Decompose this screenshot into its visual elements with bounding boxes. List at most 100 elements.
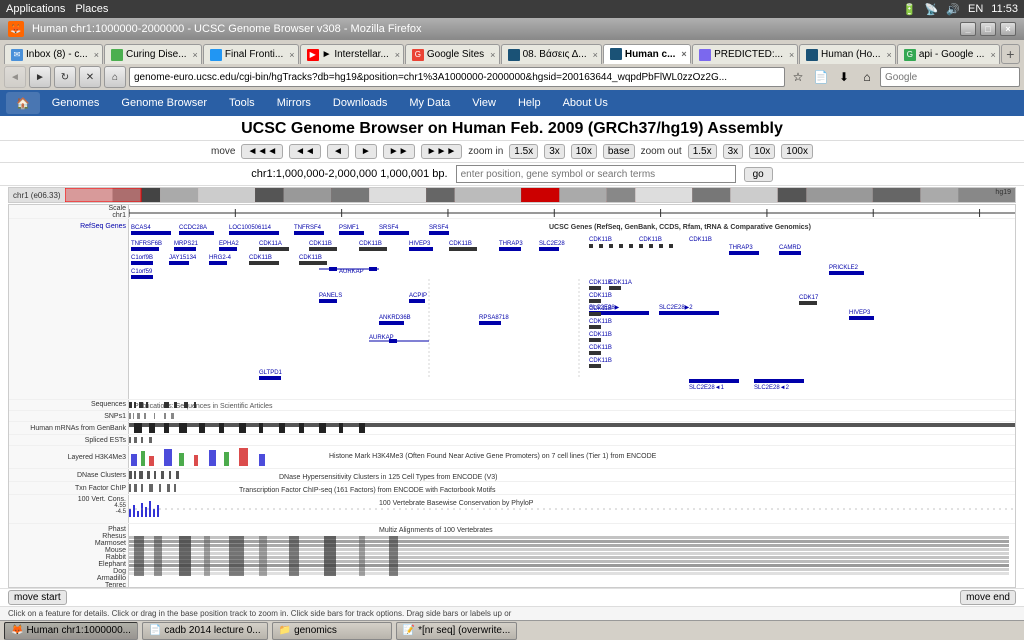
tab-close-interstellar[interactable]: × <box>392 50 400 60</box>
url-input[interactable] <box>129 67 785 87</box>
tab-interstellar[interactable]: ▶ ► Interstellar... × <box>300 44 404 64</box>
spliced-ests-track[interactable]: Spliced ESTs <box>9 435 1015 446</box>
tab-inbox[interactable]: ✉ Inbox (8) - c... × <box>4 44 103 64</box>
new-tab-button[interactable]: + <box>1001 44 1020 64</box>
menu-genomes[interactable]: Genomes <box>42 92 110 114</box>
chromosome-ruler[interactable]: hg19 <box>65 188 1015 202</box>
zoom-in-1.5x[interactable]: 1.5x <box>509 144 538 159</box>
search-input[interactable] <box>880 67 1020 87</box>
layered-h3k4me3-content[interactable]: Histone Mark H3K4Me3 (Often Found Near A… <box>129 446 1015 468</box>
tab-google-sites[interactable]: G Google Sites × <box>405 44 500 64</box>
tab-human-active[interactable]: Human c... × <box>603 44 691 64</box>
multiz-track[interactable]: Phast Rhesus Marmoset Mouse Rabbit Eleph… <box>9 524 1015 588</box>
sequences-label[interactable]: Sequences <box>9 400 129 410</box>
dnase-clusters-track[interactable]: DNase Clusters DNase Hypersensitivity Cl… <box>9 469 1015 482</box>
home-button[interactable]: ⌂ <box>104 66 126 88</box>
refseq-genes-content[interactable]: BCAS4 CCDC28A LOC100506114 TNFRSF4 PSMF1… <box>129 219 1015 399</box>
tab-close-human[interactable]: × <box>678 49 686 59</box>
zoom-in-base[interactable]: base <box>603 144 635 159</box>
window-controls[interactable]: _ □ × <box>960 22 1016 36</box>
move-left1-button[interactable]: ◄ <box>327 144 349 159</box>
position-input[interactable] <box>456 165 736 183</box>
menu-my-data[interactable]: My Data <box>399 92 460 114</box>
refseq-genes-label[interactable]: RefSeq Genes <box>9 219 129 399</box>
taskbar-nrseq[interactable]: 📝 *[nr seq] (overwrite... <box>396 622 518 640</box>
tab-close-human-ho[interactable]: × <box>884 50 892 60</box>
menu-genome-browser[interactable]: Genome Browser <box>111 92 217 114</box>
minimize-button[interactable]: _ <box>960 22 976 36</box>
tab-api[interactable]: G api - Google ... × <box>897 44 1000 64</box>
conservation-content[interactable]: 100 Vertebrate Basewise Conservation by … <box>129 495 1015 523</box>
zoom-in-10x[interactable]: 10x <box>571 144 597 159</box>
snps-track[interactable]: SNPs1 <box>9 411 1015 422</box>
taskbar-cadb[interactable]: 📄 cadb 2014 lecture 0... <box>142 622 268 640</box>
sequences-track[interactable]: Sequences Publications: Sequences in Sci… <box>9 400 1015 411</box>
taskbar-firefox[interactable]: 🦊 Human chr1:1000000... <box>4 622 138 640</box>
layered-h3k4me3-track[interactable]: Layered H3K4Me3 Histone Mark H3K4Me3 (Of… <box>9 446 1015 469</box>
refseq-genes-track[interactable]: RefSeq Genes BCAS4 CCDC28A LOC100506114 … <box>9 219 1015 400</box>
zoom-out-10x[interactable]: 10x <box>749 144 775 159</box>
tab-human-ho[interactable]: Human (Ho... × <box>799 44 896 64</box>
menu-home[interactable]: 🏠 <box>6 92 40 114</box>
human-mrna-track[interactable]: Human mRNAs from GenBank <box>9 422 1015 435</box>
stop-button[interactable]: ✕ <box>79 66 101 88</box>
zoom-out-100x[interactable]: 100x <box>781 144 813 159</box>
genome-tracks[interactable]: Scalechr1 1,050,000 1,100,000 1,150,000 … <box>8 204 1016 588</box>
zoom-out-1.5x[interactable]: 1.5x <box>688 144 717 159</box>
tab-curing[interactable]: Curing Dise... × <box>104 44 202 64</box>
menu-about[interactable]: About Us <box>553 92 618 114</box>
snps-content[interactable] <box>129 411 1015 421</box>
tab-close-curing[interactable]: × <box>190 50 198 60</box>
scale-label[interactable]: Scalechr1 <box>9 205 129 218</box>
zoom-in-3x[interactable]: 3x <box>544 144 565 159</box>
move-far-right-button[interactable]: ►►► <box>421 144 463 159</box>
move-right1-button[interactable]: ► <box>355 144 377 159</box>
snps-label[interactable]: SNPs1 <box>9 411 129 421</box>
layered-h3k4me3-label[interactable]: Layered H3K4Me3 <box>9 446 129 468</box>
move-left2-button[interactable]: ◄◄ <box>289 144 321 159</box>
dnase-clusters-label[interactable]: DNase Clusters <box>9 469 129 481</box>
taskbar-genomics[interactable]: 📁 genomics <box>272 622 392 640</box>
places-menu[interactable]: Places <box>75 3 108 15</box>
tab-close-api[interactable]: × <box>987 50 995 60</box>
tab-close-inbox[interactable]: × <box>91 50 99 60</box>
tab-close-bases[interactable]: × <box>590 50 598 60</box>
home-icon[interactable]: ⌂ <box>857 67 877 87</box>
spliced-ests-label[interactable]: Spliced ESTs <box>9 435 129 445</box>
menu-view[interactable]: View <box>462 92 506 114</box>
move-right2-button[interactable]: ►► <box>383 144 415 159</box>
scale-content[interactable]: 1,050,000 1,100,000 1,150,000 1,200,000 … <box>129 205 1015 218</box>
menu-tools[interactable]: Tools <box>219 92 265 114</box>
sequences-content[interactable]: Publications: Sequences in Scientific Ar… <box>129 400 1015 410</box>
menu-downloads[interactable]: Downloads <box>323 92 397 114</box>
reload-button[interactable]: ↻ <box>54 66 76 88</box>
go-button[interactable]: go <box>744 167 773 182</box>
bookmark-star-icon[interactable]: ☆ <box>788 67 808 87</box>
human-mrna-content[interactable] <box>129 422 1015 434</box>
menu-mirrors[interactable]: Mirrors <box>267 92 321 114</box>
maximize-button[interactable]: □ <box>980 22 996 36</box>
tab-close-google[interactable]: × <box>487 50 495 60</box>
download-icon[interactable]: ⬇ <box>834 67 854 87</box>
menu-help[interactable]: Help <box>508 92 551 114</box>
move-start-button[interactable]: move start <box>8 590 67 605</box>
txn-factor-track[interactable]: Txn Factor ChIP Transcription Factor ChI… <box>9 482 1015 495</box>
multiz-content[interactable]: Multiz Alignments of 100 Vertebrates <box>129 524 1015 588</box>
close-button[interactable]: × <box>1000 22 1016 36</box>
tab-close-predicted[interactable]: × <box>786 50 794 60</box>
back-button[interactable]: ◄ <box>4 66 26 88</box>
tab-bar[interactable]: ✉ Inbox (8) - c... × Curing Dise... × Fi… <box>0 40 1024 64</box>
multiz-label[interactable]: Phast Rhesus Marmoset Mouse Rabbit Eleph… <box>9 524 129 588</box>
tab-predicted[interactable]: PREDICTED:... × <box>692 44 798 64</box>
tab-close-final[interactable]: × <box>286 50 294 60</box>
reading-view-icon[interactable]: 📄 <box>811 67 831 87</box>
conservation-track[interactable]: 100 Vert. Cons. 4.55 -4.5 100 Vertebrate… <box>9 495 1015 524</box>
zoom-out-3x[interactable]: 3x <box>723 144 744 159</box>
conservation-label[interactable]: 100 Vert. Cons. 4.55 -4.5 <box>9 495 129 523</box>
applications-menu[interactable]: Applications <box>6 3 65 15</box>
move-end-button[interactable]: move end <box>960 590 1016 605</box>
txn-factor-label[interactable]: Txn Factor ChIP <box>9 482 129 494</box>
move-far-left-button[interactable]: ◄◄◄ <box>241 144 283 159</box>
tab-final[interactable]: Final Fronti... × <box>203 44 299 64</box>
system-bar-left[interactable]: Applications Places <box>6 3 108 15</box>
